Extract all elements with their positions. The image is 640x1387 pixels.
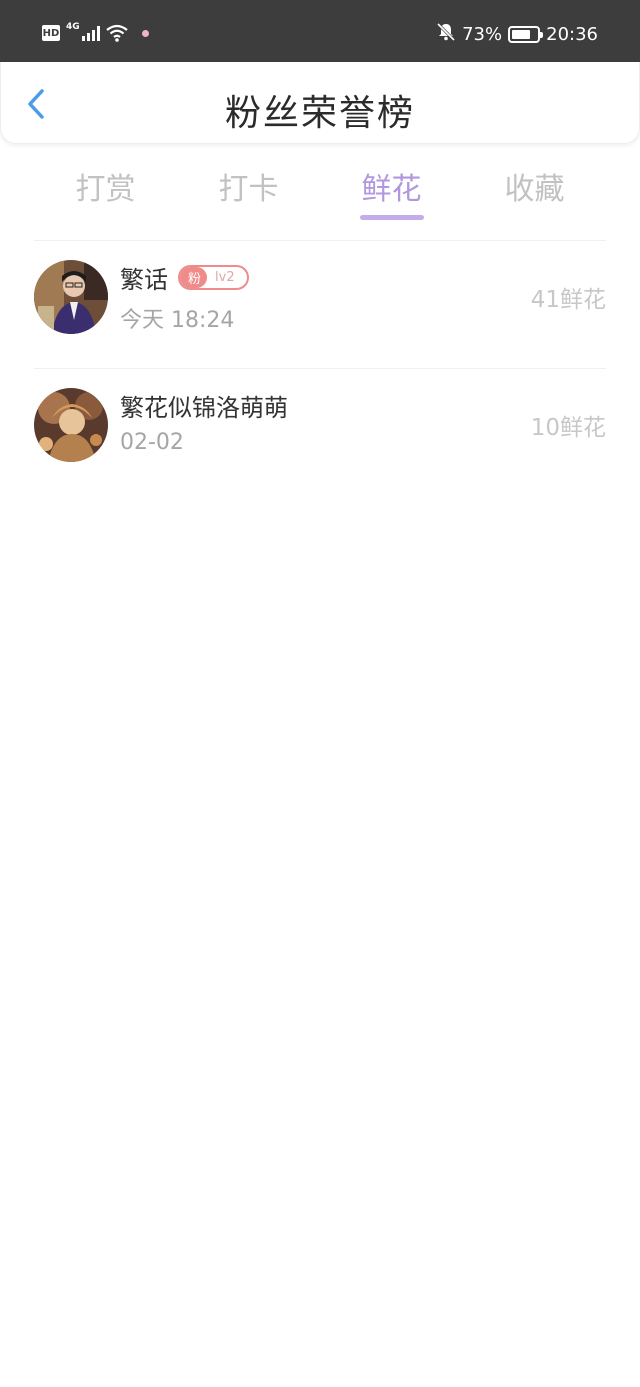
tab-flowers[interactable]: 鲜花 — [320, 160, 463, 222]
wifi-icon — [105, 24, 128, 42]
status-left: HD 4G — [42, 22, 149, 42]
tab-label: 收藏 — [504, 172, 565, 207]
tab-reward[interactable]: 打赏 — [34, 160, 177, 222]
signal-icon — [81, 25, 100, 41]
fan-level-badge: 粉 lv2 — [178, 265, 249, 290]
badge-level: lv2 — [215, 270, 235, 285]
fan-name: 繁话 — [120, 266, 168, 294]
tab-bar: 打赏 打卡 鲜花 收藏 — [34, 160, 606, 222]
tab-checkin[interactable]: 打卡 — [177, 160, 320, 222]
list-item[interactable]: 繁话 粉 lv2 今天 18:24 41鲜花 — [34, 240, 606, 340]
avatar — [34, 260, 108, 334]
flower-count: 10鲜花 — [530, 415, 606, 441]
flower-count: 41鲜花 — [530, 287, 606, 313]
badge-tag: 粉 — [180, 267, 208, 288]
status-bar: HD 4G 73% 20:36 — [0, 0, 640, 62]
avatar — [34, 388, 108, 462]
tab-favorites[interactable]: 收藏 — [463, 160, 606, 222]
mute-bell-icon — [436, 22, 456, 47]
list-item[interactable]: 繁花似锦洛萌萌 02-02 10鲜花 — [34, 368, 606, 468]
status-right: 73% 20:36 — [436, 22, 598, 47]
name-line: 繁话 粉 lv2 — [120, 260, 249, 295]
page-header: 粉丝荣誉榜 — [0, 62, 640, 144]
fan-name: 繁花似锦洛萌萌 — [120, 394, 288, 422]
clock: 20:36 — [546, 24, 598, 45]
battery-icon — [508, 26, 544, 43]
page-title: 粉丝荣誉榜 — [224, 93, 415, 134]
active-tab-indicator — [359, 215, 424, 220]
hd-icon: HD — [42, 25, 60, 41]
fan-time: 今天 18:24 — [120, 308, 235, 333]
tab-label: 打卡 — [218, 172, 279, 207]
fan-time: 02-02 — [120, 430, 184, 455]
notification-dot-icon — [141, 29, 149, 37]
battery-percent: 73% — [462, 24, 503, 45]
tab-label: 打赏 — [75, 172, 136, 207]
network-type: 4G — [66, 22, 80, 32]
tab-label: 鲜花 — [361, 172, 422, 207]
name-line: 繁花似锦洛萌萌 — [120, 388, 288, 423]
